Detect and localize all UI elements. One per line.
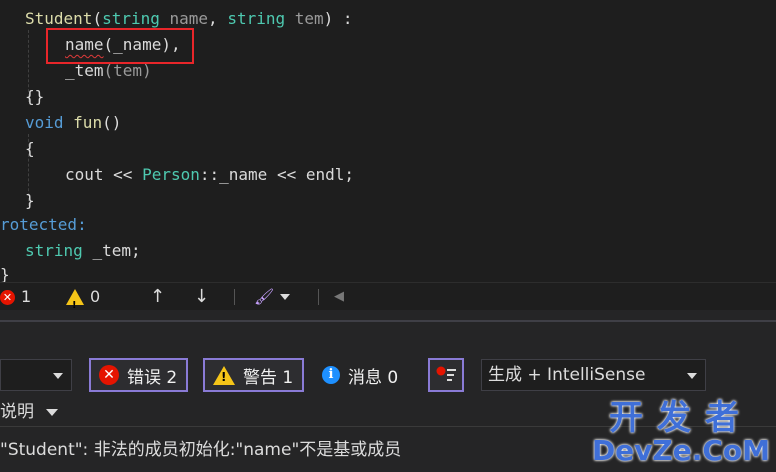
code-editor[interactable]: Student(string name, string tem) : name(… (0, 0, 776, 282)
chevron-down-icon (687, 373, 697, 379)
prev-issue-button[interactable]: ↑ (150, 283, 165, 311)
divider (234, 289, 235, 305)
code-line-10: string _tem; (25, 241, 141, 260)
code-line-11: } (0, 265, 10, 282)
code-line-9: rotected: (0, 215, 87, 234)
arrow-left-icon: ◀ (334, 289, 344, 304)
warning-icon: ! (66, 289, 84, 311)
editor-statusbar: ✕ 1 ! 0 ↑ ↓ 🖌 ◀ (0, 282, 776, 311)
error-count[interactable]: ✕ 1 (0, 283, 31, 311)
code-line-8: } (25, 191, 35, 210)
error-icon: ✕ (99, 365, 119, 385)
chevron-down-icon (280, 294, 291, 300)
code-cleanup-button[interactable]: 🖌 (254, 283, 291, 311)
warnings-filter-button[interactable]: ! 警告 1 (203, 358, 304, 392)
messages-filter-button[interactable]: i 消息 0 (322, 358, 398, 392)
scroll-left-button[interactable]: ◀ (334, 283, 344, 311)
error-icon: ✕ (0, 289, 15, 305)
code-line-6: { (25, 139, 35, 158)
highlight-box (46, 28, 194, 64)
list-item[interactable]: "Student": 非法的成员初始化:"name"不是基或成员 (0, 438, 401, 462)
scope-dropdown[interactable] (0, 359, 72, 391)
column-header-description[interactable]: 说明 (0, 400, 58, 424)
code-line-7: cout << Person::_name << endl; (65, 165, 355, 184)
next-issue-button[interactable]: ↓ (194, 283, 209, 311)
divider (318, 289, 319, 305)
build-intellisense-dropdown[interactable]: 生成 + IntelliSense (481, 359, 706, 391)
sort-chevron-icon (46, 408, 58, 416)
splitter[interactable] (0, 310, 776, 320)
filter-toggle-button[interactable] (428, 358, 464, 392)
code-line-5: void fun() (25, 113, 122, 132)
warning-icon: ! (213, 365, 235, 385)
chevron-down-icon (53, 373, 63, 379)
filter-list-icon (436, 366, 456, 381)
arrow-up-icon: ↑ (150, 286, 166, 307)
watermark-logo: 开发者 DevZe.CoM (591, 398, 770, 467)
code-line-4: {} (25, 87, 45, 106)
arrow-down-icon: ↓ (194, 286, 210, 307)
info-icon: i (322, 366, 340, 384)
warning-count[interactable]: ! 0 (66, 283, 100, 311)
errors-filter-button[interactable]: ✕ 错误 2 (89, 358, 188, 392)
brush-icon: 🖌 (254, 287, 275, 306)
